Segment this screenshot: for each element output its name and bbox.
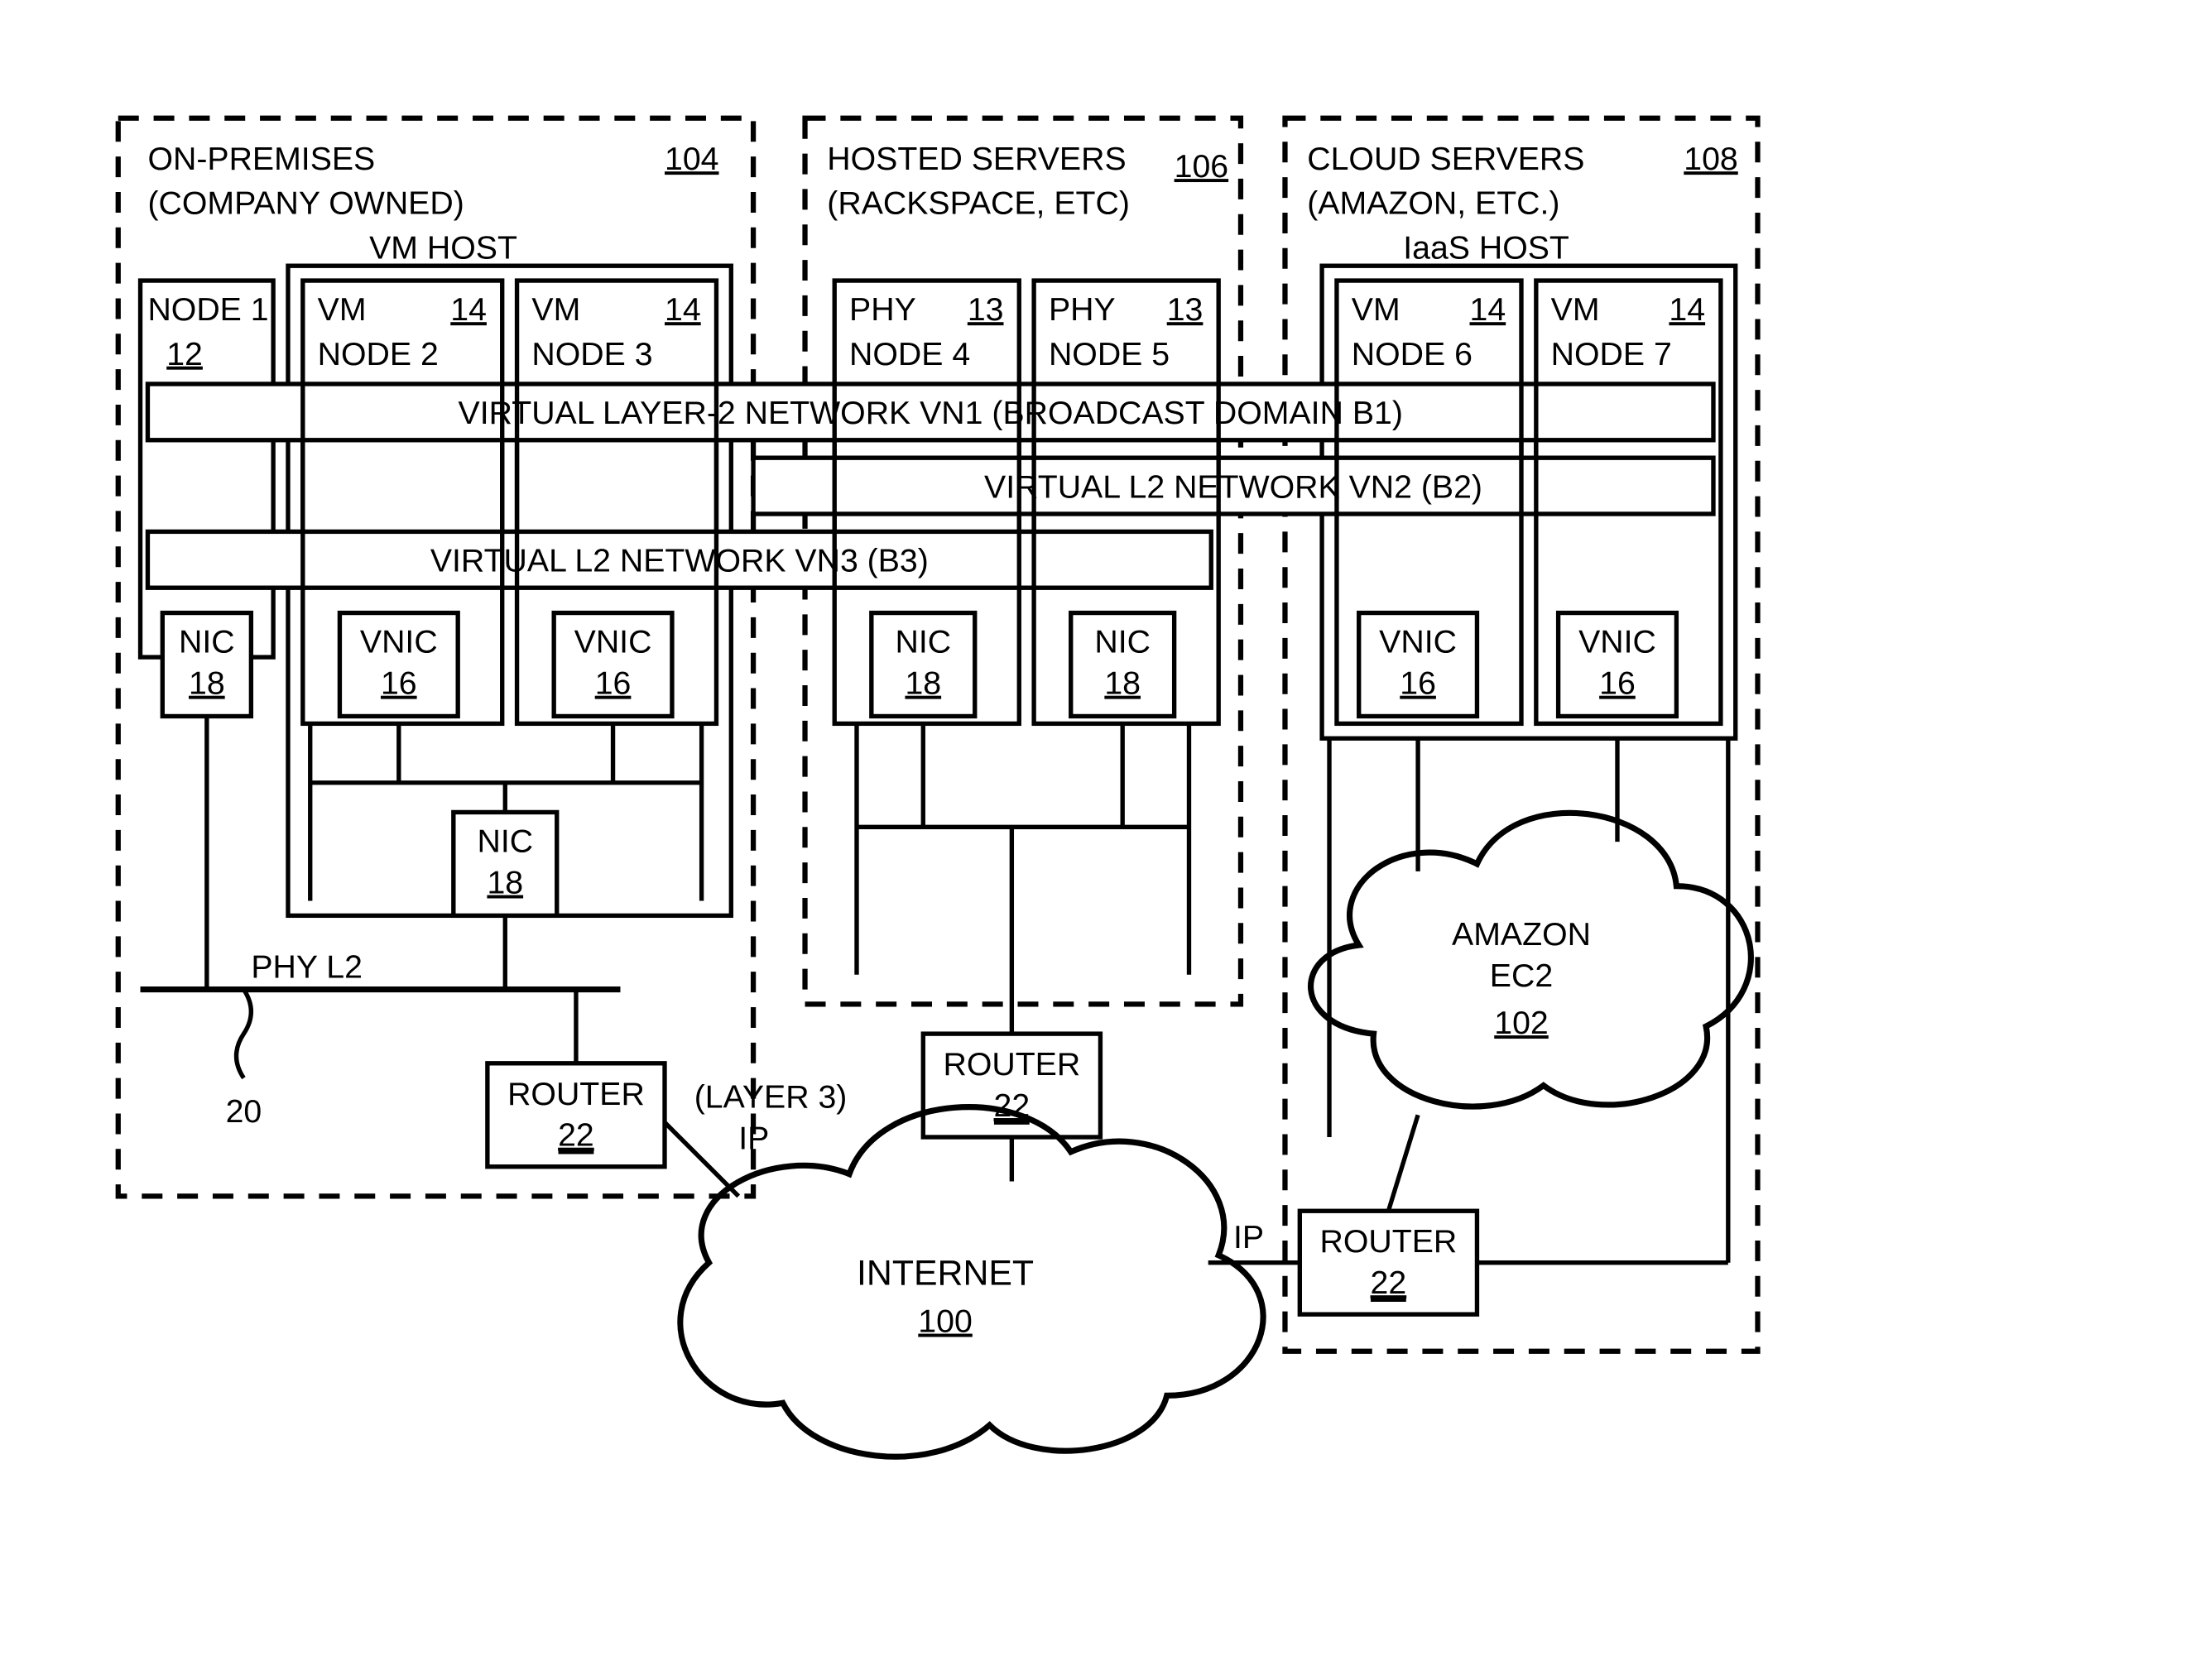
node-4-line2: NODE 4 (849, 336, 970, 372)
internet-ref: 100 (918, 1303, 973, 1340)
nic-node1-label: NIC (179, 624, 235, 660)
node-4-ref: 13 (968, 291, 1004, 328)
node-1-label: NODE 1 (147, 291, 268, 328)
node-1-ref: 12 (166, 336, 203, 372)
ip-label-1: IP (738, 1120, 769, 1156)
phy-l2-label: PHY L2 (251, 948, 363, 985)
iaas-host-label: IaaS HOST (1403, 229, 1569, 266)
squiggle-icon (237, 990, 252, 1078)
node-7-line1: VM (1551, 291, 1600, 328)
vnic-node6-label: VNIC (1379, 624, 1457, 660)
ec2-ref: 102 (1494, 1005, 1549, 1041)
node-3-ref: 14 (665, 291, 701, 328)
ec2-line1: AMAZON (1452, 916, 1591, 953)
nic-vmhost-ref: 18 (487, 865, 523, 901)
vn3-label: VIRTUAL L2 NETWORK VN3 (B3) (430, 543, 929, 579)
onprem-title-1: ON-PREMISES (147, 141, 375, 177)
node-1 (141, 281, 274, 657)
node-3-line2: NODE 3 (531, 336, 652, 372)
router-onprem-label: ROUTER (507, 1076, 645, 1112)
onprem-ref: 104 (665, 141, 719, 177)
diagram-canvas: .box { fill:#fff; stroke:#000; stroke-wi… (0, 0, 2186, 1499)
nic-node1-ref: 18 (189, 665, 225, 702)
ec2-line2: EC2 (1490, 958, 1553, 994)
node-2-ref: 14 (450, 291, 487, 328)
node-5-line1: PHY (1049, 291, 1116, 328)
router-onprem-ref: 22 (558, 1117, 594, 1154)
internet-label: INTERNET (857, 1253, 1034, 1293)
ref-20: 20 (226, 1093, 262, 1130)
node-5-line2: NODE 5 (1049, 336, 1170, 372)
hosted-title-2: (RACKSPACE, ETC) (827, 185, 1130, 222)
vm-host-label: VM HOST (369, 229, 517, 266)
vnic-node3-ref: 16 (595, 665, 632, 702)
vnic-node7-ref: 16 (1599, 665, 1636, 702)
node-6-line2: NODE 6 (1352, 336, 1473, 372)
node-5-ref: 13 (1167, 291, 1204, 328)
vnic-node2-ref: 16 (381, 665, 417, 702)
onprem-title-2: (COMPANY OWNED) (147, 185, 464, 222)
router-cloud-ref: 22 (1371, 1265, 1407, 1301)
vnic-node3-label: VNIC (574, 624, 652, 660)
hosted-ref: 106 (1175, 148, 1228, 185)
cloud-title-1: CLOUD SERVERS (1307, 141, 1584, 177)
node-3-line1: VM (531, 291, 580, 328)
node-2-line2: NODE 2 (318, 336, 439, 372)
nic-vmhost-label: NIC (477, 823, 533, 860)
node-2-line1: VM (318, 291, 367, 328)
vnic-node6-ref: 16 (1400, 665, 1436, 702)
layer3-label: (LAYER 3) (694, 1078, 848, 1115)
nic-node4-ref: 18 (905, 665, 941, 702)
hosted-title-1: HOSTED SERVERS (827, 141, 1126, 177)
node-4-line1: PHY (849, 291, 916, 328)
vnic-node7-label: VNIC (1578, 624, 1656, 660)
nic-node5-ref: 18 (1104, 665, 1141, 702)
nic-node4-label: NIC (895, 624, 951, 660)
router-cloud-label: ROUTER (1320, 1223, 1458, 1260)
vnic-node2-label: VNIC (360, 624, 438, 660)
router-hosted-label: ROUTER (943, 1046, 1080, 1082)
node-7-ref: 14 (1669, 291, 1705, 328)
cloud-title-2: (AMAZON, ETC.) (1307, 185, 1559, 222)
ip-label-2: IP (1233, 1219, 1264, 1255)
node-7-line2: NODE 7 (1551, 336, 1672, 372)
node-6-ref: 14 (1470, 291, 1506, 328)
cloud-ref: 108 (1684, 141, 1738, 177)
nic-node5-label: NIC (1094, 624, 1151, 660)
vn1-label: VIRTUAL LAYER-2 NETWORK VN1 (BROADCAST D… (459, 395, 1403, 431)
node-6-line1: VM (1352, 291, 1400, 328)
vn2-label: VIRTUAL L2 NETWORK VN2 (B2) (984, 468, 1482, 505)
